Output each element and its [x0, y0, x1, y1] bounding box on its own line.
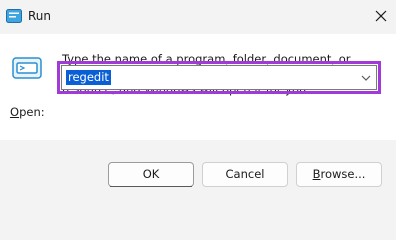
browse-button[interactable]: Browse...	[296, 162, 382, 187]
open-label-accesskey: O	[10, 105, 20, 119]
open-label: Open:	[10, 105, 45, 120]
close-button[interactable]	[370, 4, 392, 28]
cancel-button[interactable]: Cancel	[202, 162, 288, 187]
open-input-value[interactable]: regedit	[66, 70, 111, 85]
chevron-down-icon	[361, 75, 371, 81]
open-combobox[interactable]: regedit	[61, 65, 377, 90]
combobox-dropdown-button[interactable]	[359, 72, 373, 84]
close-icon	[375, 10, 387, 22]
run-app-icon	[6, 9, 22, 23]
browse-label-rest: rowse...	[320, 167, 366, 181]
run-dialog: Run Type the name of a program, folder, …	[0, 0, 396, 208]
ok-button[interactable]: OK	[108, 162, 194, 187]
title-bar[interactable]: Run	[0, 0, 396, 34]
open-label-rest: pen:	[19, 105, 45, 119]
run-icon	[12, 57, 42, 79]
window-title: Run	[28, 9, 52, 23]
